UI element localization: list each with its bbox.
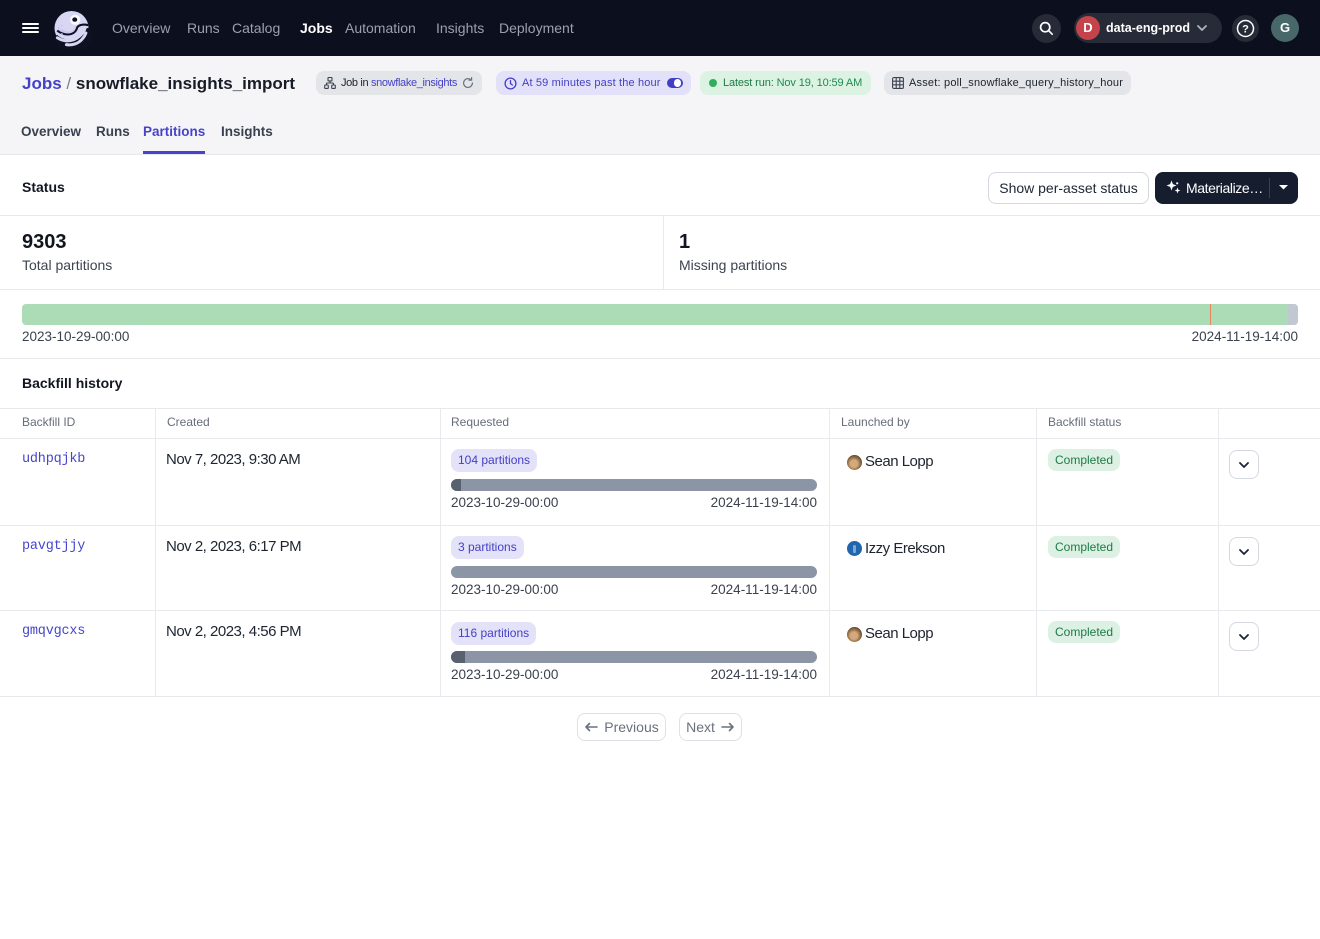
svg-text:?: ?: [1242, 23, 1249, 35]
